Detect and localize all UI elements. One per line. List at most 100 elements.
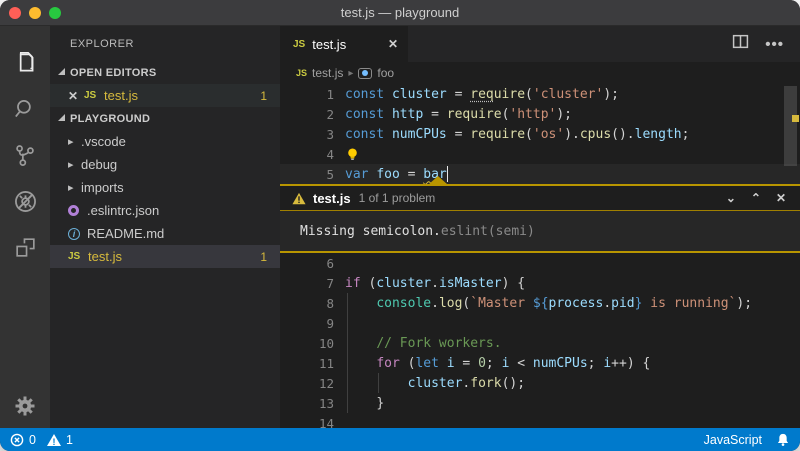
settings-gear-icon[interactable] <box>0 394 50 418</box>
line-content: const cluster = require('cluster'); <box>345 84 619 104</box>
problem-count-badge: 1 <box>260 89 267 103</box>
line-number: 4 <box>280 147 334 162</box>
line-number: 7 <box>280 276 334 291</box>
problems-peek-widget: test.js 1 of 1 problem ⌄ ⌃ ✕ Missing sem… <box>280 184 800 253</box>
code-token: 'http' <box>509 107 556 122</box>
peek-file-name: test.js <box>313 191 351 206</box>
code-line-4[interactable]: 4 <box>280 144 800 164</box>
breadcrumb-file[interactable]: test.js <box>312 66 343 80</box>
window-title: test.js — playground <box>0 5 800 20</box>
file-name-label: test.js <box>104 88 138 103</box>
file-name-label: imports <box>81 180 124 195</box>
code-line-5[interactable]: 5var foo = bar <box>280 164 800 184</box>
notifications-bell-icon[interactable] <box>776 432 790 447</box>
tree-item-debug[interactable]: ▸debug <box>50 153 280 176</box>
line-content: } <box>345 393 384 413</box>
close-editor-icon[interactable]: ✕ <box>68 89 84 103</box>
code-token: ); <box>603 87 619 102</box>
chevron-collapsed-icon: ▸ <box>68 135 81 148</box>
debug-icon[interactable] <box>7 178 43 224</box>
previous-problem-icon[interactable]: ⌃ <box>751 191 761 205</box>
line-number: 12 <box>280 376 334 391</box>
line-number: 14 <box>280 416 334 429</box>
source-control-icon[interactable] <box>7 132 43 178</box>
code-line-8[interactable]: 8 console.log(`Master ${process.pid} is … <box>280 293 800 313</box>
warning-icon <box>292 192 306 205</box>
line-number: 3 <box>280 127 334 142</box>
code-line-12[interactable]: 12 cluster.fork(); <box>280 373 800 393</box>
chevron-right-icon: ▸ <box>348 68 353 79</box>
title-bar: test.js — playground <box>0 0 800 26</box>
symbol-variable-icon <box>358 68 372 79</box>
tree-item-test-js[interactable]: JStest.js1 <box>50 245 280 268</box>
code-token: i <box>603 356 611 371</box>
code-lines-bottom: 67if (cluster.isMaster) {8 console.log(`… <box>280 253 800 428</box>
code-line-3[interactable]: 3const numCPUs = require('os').cpus().le… <box>280 124 800 144</box>
split-editor-icon[interactable] <box>732 33 749 55</box>
tab-close-icon[interactable]: ✕ <box>388 37 398 51</box>
tree-item-readme-md[interactable]: iREADME.md <box>50 222 280 245</box>
code-token: require <box>470 127 525 142</box>
sidebar-sections: OPEN EDITORS ✕ JStest.js1 PLAYGROUND▸.vscod… <box>50 61 280 268</box>
code-token: = <box>455 127 471 142</box>
peek-header: test.js 1 of 1 problem ⌄ ⌃ ✕ <box>280 186 800 211</box>
code-line-6[interactable]: 6 <box>280 253 800 273</box>
breadcrumb-symbol[interactable]: foo <box>377 66 394 80</box>
code-token: fork <box>470 376 501 391</box>
tree-item--eslintrc-json[interactable]: .eslintrc.json <box>50 199 280 222</box>
explorer-icon[interactable] <box>7 40 43 86</box>
error-icon <box>10 433 24 447</box>
next-problem-icon[interactable]: ⌄ <box>726 191 736 205</box>
code-token: require <box>447 107 502 122</box>
tree-item-test-js[interactable]: ✕JStest.js1 <box>50 84 280 107</box>
code-token: ); <box>736 296 752 311</box>
code-token: ${ <box>533 296 549 311</box>
code-token <box>345 396 376 411</box>
section-header-playground[interactable]: PLAYGROUND <box>50 107 280 130</box>
peek-anchor-triangle <box>428 176 448 185</box>
code-token: for <box>376 356 407 371</box>
code-token <box>345 376 408 391</box>
tab-testjs[interactable]: JS test.js ✕ <box>280 26 408 62</box>
language-mode[interactable]: JavaScript <box>704 433 762 447</box>
section-header-open-editors[interactable]: OPEN EDITORS <box>50 61 280 84</box>
more-actions-icon[interactable]: ••• <box>765 36 784 53</box>
code-token: = <box>462 356 478 371</box>
code-editor[interactable]: 1const cluster = require('cluster');2con… <box>280 84 800 428</box>
code-token: . <box>603 296 611 311</box>
indent-guide <box>347 293 348 313</box>
peek-message-row[interactable]: Missing semicolon. eslint(semi) <box>280 211 800 251</box>
editor-group: JS test.js ✕ ••• JS test.js ▸ <box>280 26 800 428</box>
file-name-label: debug <box>81 157 117 172</box>
code-line-1[interactable]: 1const cluster = require('cluster'); <box>280 84 800 104</box>
code-line-7[interactable]: 7if (cluster.isMaster) { <box>280 273 800 293</box>
problem-source: eslint(semi) <box>441 224 535 239</box>
code-token: } <box>635 296 643 311</box>
code-token: = <box>431 107 447 122</box>
code-token: 'cluster' <box>533 87 603 102</box>
tree-item--vscode[interactable]: ▸.vscode <box>50 130 280 153</box>
code-token: (). <box>611 127 634 142</box>
extensions-icon[interactable] <box>7 224 43 270</box>
code-token: console <box>376 296 431 311</box>
code-line-13[interactable]: 13 } <box>280 393 800 413</box>
search-icon[interactable] <box>7 86 43 132</box>
code-line-10[interactable]: 10 // Fork workers. <box>280 333 800 353</box>
code-line-11[interactable]: 11 for (let i = 0; i < numCPUs; i++) { <box>280 353 800 373</box>
line-number: 8 <box>280 296 334 311</box>
tab-label: test.js <box>312 37 346 52</box>
readme-info-icon: i <box>68 228 80 240</box>
code-token: = <box>455 87 471 102</box>
lightbulb-icon[interactable] <box>345 147 360 162</box>
close-peek-icon[interactable]: ✕ <box>776 191 786 205</box>
code-line-2[interactable]: 2const http = require('http'); <box>280 104 800 124</box>
code-token <box>345 356 376 371</box>
problem-message: Missing semicolon. <box>300 224 441 239</box>
code-line-9[interactable]: 9 <box>280 313 800 333</box>
editor-scrollbar[interactable] <box>784 86 797 166</box>
code-line-14[interactable]: 14 <box>280 413 800 428</box>
code-token: ( <box>368 276 376 291</box>
code-token: ); <box>556 107 572 122</box>
problems-status[interactable]: 0 ! 1 <box>10 433 73 447</box>
tree-item-imports[interactable]: ▸imports <box>50 176 280 199</box>
